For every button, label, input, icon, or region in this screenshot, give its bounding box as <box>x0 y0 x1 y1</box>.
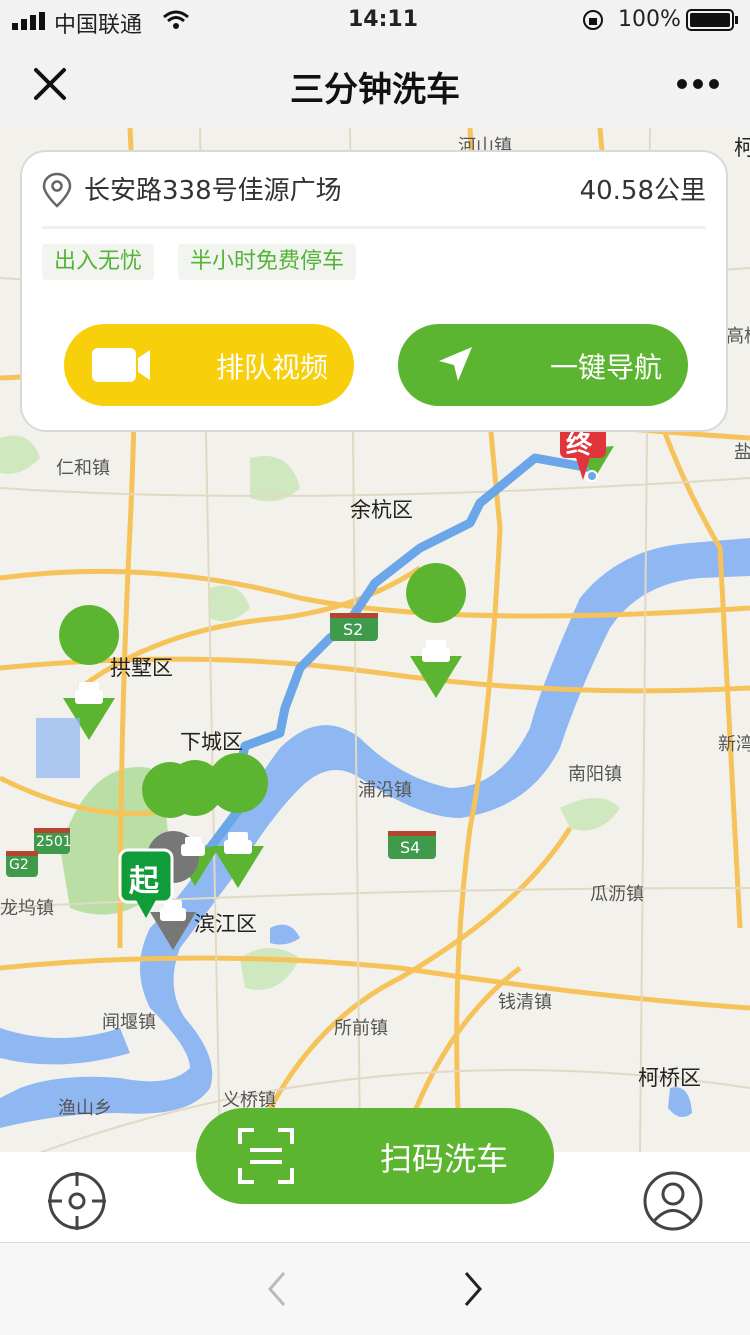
map-label: 拱墅区 <box>110 656 173 680</box>
clock: 14:11 <box>348 7 419 32</box>
map-label: 闻堰镇 <box>102 1012 156 1033</box>
map-label: 仁和镇 <box>56 458 110 479</box>
feature-tag: 出入无忧 <box>42 244 155 280</box>
browser-toolbar <box>0 1242 750 1335</box>
battery-icon <box>686 9 738 31</box>
location-pin-icon <box>42 172 72 208</box>
map-label: 高桥 <box>726 326 750 347</box>
status-bar: 中国联通 14:11 100% <box>0 0 750 40</box>
nav-bar: 三分钟洗车 <box>0 40 750 129</box>
navigate-button[interactable]: 一键导航 <box>398 324 688 406</box>
map-label: 余杭区 <box>350 498 413 522</box>
shield-text-s01: 2501 <box>36 834 72 850</box>
map-label: 龙坞镇 <box>0 898 54 919</box>
video-camera-icon <box>92 348 150 382</box>
map-label: 瓜沥镇 <box>590 884 644 905</box>
map-label: 盐 <box>734 442 750 463</box>
map-label: 所前镇 <box>334 1018 388 1039</box>
map-label: 滨江区 <box>194 912 257 936</box>
scan-icon <box>238 1128 294 1184</box>
navigate-label: 一键导航 <box>549 351 662 384</box>
shield-text-s2: S2 <box>343 620 364 639</box>
shield-text-g25: G2 <box>9 857 29 873</box>
store-distance: 40.58公里 <box>579 176 706 206</box>
rotation-lock-icon <box>583 10 603 30</box>
locate-icon[interactable] <box>46 1170 108 1232</box>
shield-text-s4: S4 <box>400 838 421 857</box>
queue-video-button[interactable]: 排队视频 <box>64 324 354 406</box>
map-label: 钱清镇 <box>498 992 552 1013</box>
scan-wash-label: 扫码洗车 <box>380 1140 509 1178</box>
user-icon[interactable] <box>642 1170 704 1232</box>
carrier-name: 中国联通 <box>54 13 143 38</box>
map-label: 浦沿镇 <box>358 780 412 801</box>
forward-arrow-icon[interactable] <box>458 1269 488 1309</box>
page-title: 三分钟洗车 <box>290 70 460 110</box>
map-label: 渔山乡 <box>58 1098 112 1119</box>
queue-video-label: 排队视频 <box>215 351 328 384</box>
back-arrow-icon[interactable] <box>262 1269 292 1309</box>
map-label: 柯桥区 <box>638 1066 701 1090</box>
battery-percent: 100% <box>618 7 681 32</box>
wifi-icon <box>163 10 189 29</box>
map-label: 南阳镇 <box>568 764 622 785</box>
scan-wash-button[interactable]: 扫码洗车 <box>196 1108 554 1204</box>
map-label: 新湾 <box>718 734 750 755</box>
divider <box>42 226 706 229</box>
map-label: 柯 <box>734 136 750 160</box>
feature-tag: 半小时免费停车 <box>178 244 357 280</box>
map-label: 下城区 <box>180 730 243 754</box>
more-dots-icon[interactable] <box>676 78 720 90</box>
start-marker[interactable]: 起 <box>129 856 159 900</box>
store-info-card: 长安路338号佳源广场 40.58公里 出入无忧 半小时免费停车 排队视频 一键… <box>20 150 728 432</box>
navigation-arrow-icon <box>439 347 472 381</box>
store-address: 长安路338号佳源广场 <box>84 176 342 206</box>
signal-icon <box>12 12 45 30</box>
